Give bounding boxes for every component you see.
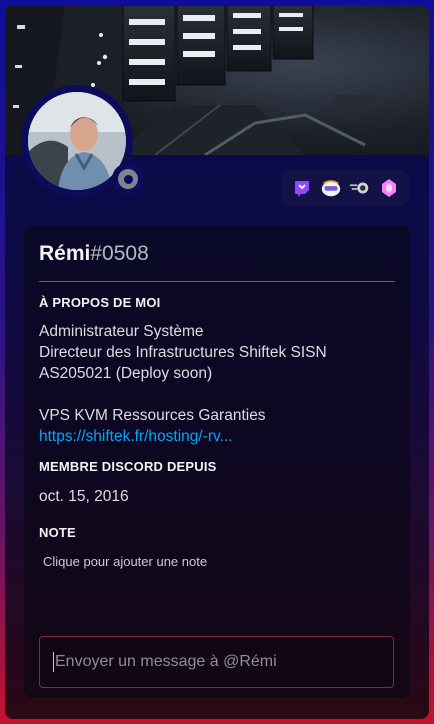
- discriminator-text: #0508: [90, 242, 149, 265]
- about-me-link[interactable]: https://shiftek.fr/hosting/-rv...: [39, 426, 395, 447]
- about-line: AS205021 (Deploy soon): [39, 365, 213, 382]
- member-since-date: oct. 15, 2016: [39, 488, 129, 505]
- username-text: Rémi: [39, 242, 91, 265]
- message-box[interactable]: [39, 636, 394, 688]
- divider: [39, 281, 395, 282]
- about-line: Administrateur Système: [39, 323, 204, 340]
- note-input[interactable]: Clique pour ajouter une note: [43, 554, 395, 570]
- note-heading: NOTE: [39, 525, 76, 540]
- offline-status-icon: [118, 169, 138, 189]
- status-indicator: [112, 163, 144, 195]
- about-me-text: Administrateur Système Directeur des Inf…: [39, 321, 395, 447]
- message-input[interactable]: [55, 653, 393, 671]
- avatar-frame[interactable]: [21, 85, 144, 197]
- twitch-badge-icon[interactable]: [291, 177, 313, 199]
- about-line: VPS KVM Ressources Garanties: [39, 407, 266, 424]
- profile-card: Rémi#0508 À PROPOS DE MOI Administrateur…: [5, 5, 429, 719]
- profile-body: Rémi#0508 À PROPOS DE MOI Administrateur…: [24, 226, 410, 698]
- member-since-heading: MEMBRE DISCORD DEPUIS: [39, 459, 217, 474]
- text-caret: [53, 652, 54, 672]
- nitro-boost-gem-badge-icon[interactable]: [378, 177, 400, 199]
- about-line-blank: [39, 384, 395, 405]
- speed-boost-badge-icon[interactable]: [349, 177, 371, 199]
- badge-list: [281, 170, 409, 206]
- about-line: Directeur des Infrastructures Shiftek SI…: [39, 344, 327, 361]
- profile-username[interactable]: Rémi#0508: [39, 240, 395, 268]
- hypesquad-mascot-badge-icon[interactable]: [320, 177, 342, 199]
- about-me-heading: À PROPOS DE MOI: [39, 295, 161, 310]
